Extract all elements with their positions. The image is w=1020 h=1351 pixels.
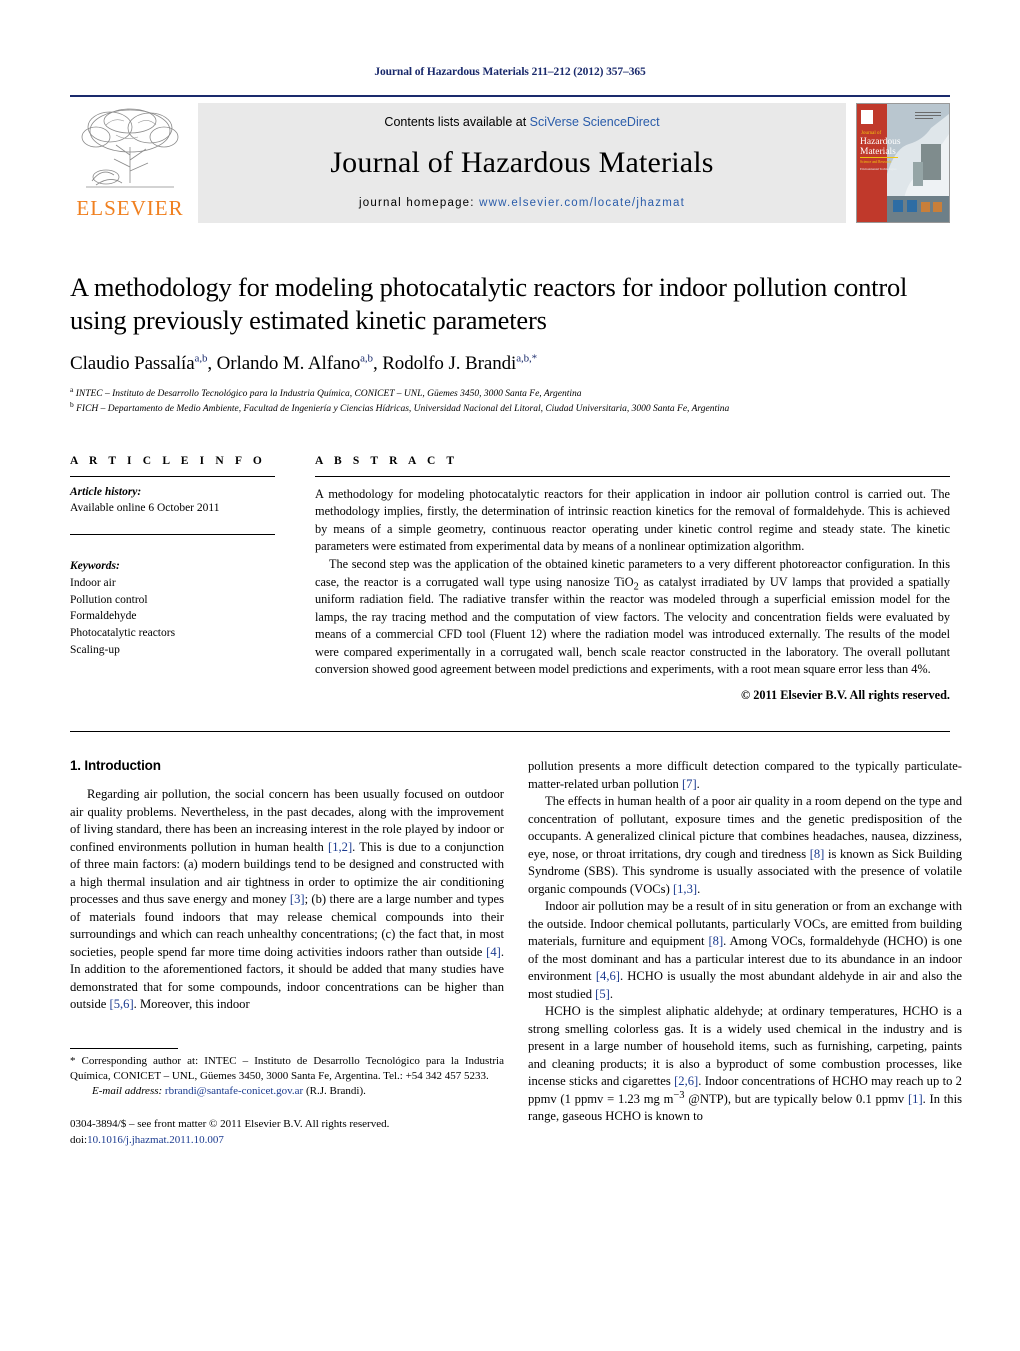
affiliation-b: b FICH – Departamento de Medio Ambiente,… — [70, 399, 730, 414]
email-line: E-mail address: rbrandi@santafe-conicet.… — [70, 1084, 504, 1099]
svg-text:Environmental Technologies: Environmental Technologies — [860, 167, 897, 171]
doi-line: doi:10.1016/j.jhazmat.2011.10.007 — [70, 1133, 504, 1149]
article-history-block: Article history: Available online 6 Octo… — [70, 484, 275, 517]
footnote-rule — [70, 1047, 178, 1049]
citation-ref[interactable]: [5] — [595, 987, 610, 1001]
homepage-url-link[interactable]: www.elsevier.com/locate/jhazmat — [479, 197, 685, 209]
affiliation-a-text: INTEC – Instituto de Desarrollo Tecnológ… — [75, 389, 582, 400]
article-info-column: A R T I C L E I N F O Article history: A… — [70, 455, 315, 703]
citation-ref[interactable]: [1] — [908, 1092, 923, 1106]
journal-cover-thumbnail: Journal of Hazardous Materials Science a… — [856, 103, 950, 223]
intro-right-paragraph-3: Indoor air pollution may be a result of … — [528, 898, 962, 1003]
intro-rp1-b: . — [696, 776, 700, 791]
abstract-paragraph-2: The second step was the application of t… — [315, 556, 950, 679]
contents-prefix: Contents lists available at — [384, 115, 530, 129]
title-block: A methodology for modeling photocatalyti… — [70, 271, 950, 417]
keywords-rule — [70, 534, 275, 536]
article-page: Journal of Hazardous Materials 211–212 (… — [0, 0, 1020, 1351]
elsevier-wordmark: ELSEVIER — [76, 196, 184, 220]
citation-ref[interactable]: [1,3] — [673, 882, 697, 896]
email-link[interactable]: rbrandi@santafe-conicet.gov.ar — [165, 1085, 303, 1097]
intro-right-text: pollution presents a more difficult dete… — [528, 758, 962, 1126]
keywords-block: Keywords: Indoor air Pollution control F… — [70, 551, 275, 658]
elsevier-logo: ELSEVIER — [70, 103, 190, 223]
section-heading-introduction: 1. Introduction — [70, 758, 161, 774]
abstract-rule — [315, 475, 950, 477]
svg-text:Hazardous: Hazardous — [860, 137, 901, 147]
doi-link[interactable]: 10.1016/j.jhazmat.2011.10.007 — [87, 1134, 224, 1146]
affiliation-a: a INTEC – Instituto de Desarrollo Tecnol… — [70, 385, 582, 400]
affiliation-list: a INTEC – Instituto de Desarrollo Tecnol… — [70, 385, 950, 416]
article-history-value: Available online 6 October 2011 — [70, 502, 220, 515]
doi-label: doi: — [70, 1133, 88, 1146]
keyword-item: Scaling-up — [70, 643, 120, 656]
intro-left-text: Regarding air pollution, the social conc… — [70, 786, 504, 1014]
issn-line: 0304-3894/$ – see front matter © 2011 El… — [70, 1118, 390, 1131]
intro-right-paragraph-2: The effects in human health of a poor ai… — [528, 793, 962, 898]
contents-available-line: Contents lists available at SciVerse Sci… — [384, 115, 659, 129]
intro-rp3-d: . — [609, 986, 614, 1001]
intro-paragraph-1: Regarding air pollution, the social conc… — [70, 786, 504, 1014]
svg-text:Journal of: Journal of — [861, 131, 881, 136]
email-label: E-mail address: — [92, 1084, 165, 1097]
citation-ref[interactable]: [7] — [682, 777, 697, 791]
citation-ref[interactable]: [1,2] — [328, 840, 352, 854]
body-column-left: 1. Introduction Regarding air pollution,… — [70, 758, 504, 1148]
issn-doi-block: 0304-3894/$ – see front matter © 2011 El… — [70, 1117, 504, 1148]
keyword-item: Indoor air — [70, 577, 116, 590]
keyword-item: Pollution control — [70, 593, 148, 606]
info-abstract-region: A R T I C L E I N F O Article history: A… — [70, 455, 950, 703]
intro-right-paragraph-4: HCHO is the simplest aliphatic aldehyde;… — [528, 1003, 962, 1126]
body-separator-rule — [70, 731, 950, 733]
journal-masthead: ELSEVIER Contents lists available at Sci… — [70, 95, 950, 223]
citation-ref[interactable]: [4,6] — [596, 969, 620, 983]
page-title: A methodology for modeling photocatalyti… — [70, 272, 908, 336]
citation-ref[interactable]: [2,6] — [674, 1074, 698, 1088]
body-columns: 1. Introduction Regarding air pollution,… — [70, 758, 962, 1148]
article-history-label: Article history: — [70, 485, 142, 498]
journal-band: Contents lists available at SciVerse Sci… — [198, 103, 846, 223]
abstract-paragraph-1: A methodology for modeling photocatalyti… — [315, 486, 950, 554]
copyright-line: © 2011 Elsevier B.V. All rights reserved… — [740, 688, 950, 703]
email-suffix: (R.J. Brandi). — [303, 1084, 366, 1097]
citation-ref[interactable]: [5,6] — [110, 997, 134, 1011]
corresponding-author-note: * Corresponding author at: INTEC – Insti… — [70, 1054, 504, 1082]
abstract-heading: A B S T R A C T — [315, 454, 459, 467]
body-column-right: pollution presents a more difficult dete… — [528, 758, 962, 1148]
svg-text:Materials: Materials — [860, 147, 896, 157]
intro-rp4-superscript: −3 — [673, 1089, 685, 1101]
intro-right-paragraph-1: pollution presents a more difficult dete… — [528, 758, 962, 793]
abstract-column: A B S T R A C T A methodology for modeli… — [315, 455, 950, 703]
journal-title: Journal of Hazardous Materials — [330, 146, 714, 179]
running-head: Journal of Hazardous Materials 211–212 (… — [374, 66, 646, 78]
abstract-body: A methodology for modeling photocatalyti… — [315, 486, 950, 679]
author-list: Claudio Passalíaa,b, Orlando M. Alfanoa,… — [70, 352, 538, 375]
keywords-label: Keywords: — [70, 560, 120, 573]
sciencedirect-link[interactable]: SciVerse ScienceDirect — [530, 115, 660, 129]
intro-rp2-c: . — [697, 881, 701, 896]
intro-p1-e: . Moreover, this indoor — [133, 997, 250, 1012]
svg-text:Science and Research: Science and Research — [860, 160, 892, 164]
elsevier-tree-icon — [81, 108, 179, 188]
homepage-prefix: journal homepage: — [359, 197, 480, 209]
citation-ref[interactable]: [3] — [290, 892, 305, 906]
intro-rp4-c: @NTP), but are typically below 0.1 ppmv — [684, 1091, 908, 1106]
citation-ref[interactable]: [8] — [810, 847, 825, 861]
affiliation-b-text: FICH – Departamento de Medio Ambiente, F… — [76, 403, 730, 414]
cover-artwork-icon: Journal of Hazardous Materials Science a… — [857, 104, 949, 222]
keyword-item: Formaldehyde — [70, 610, 137, 623]
citation-ref[interactable]: [8] — [708, 934, 723, 948]
footnote-block: * Corresponding author at: INTEC – Insti… — [70, 1047, 504, 1149]
journal-homepage-line: journal homepage: www.elsevier.com/locat… — [359, 197, 685, 209]
article-info-rule — [70, 475, 275, 477]
article-info-heading: A R T I C L E I N F O — [70, 454, 266, 467]
citation-ref[interactable]: [4] — [486, 945, 501, 959]
keyword-item: Photocatalytic reactors — [70, 627, 176, 640]
abstract-p2-part2: as catalyst irradiated by UV lamps that … — [315, 574, 951, 677]
intro-rp1-a: pollution presents a more difficult dete… — [528, 759, 962, 791]
